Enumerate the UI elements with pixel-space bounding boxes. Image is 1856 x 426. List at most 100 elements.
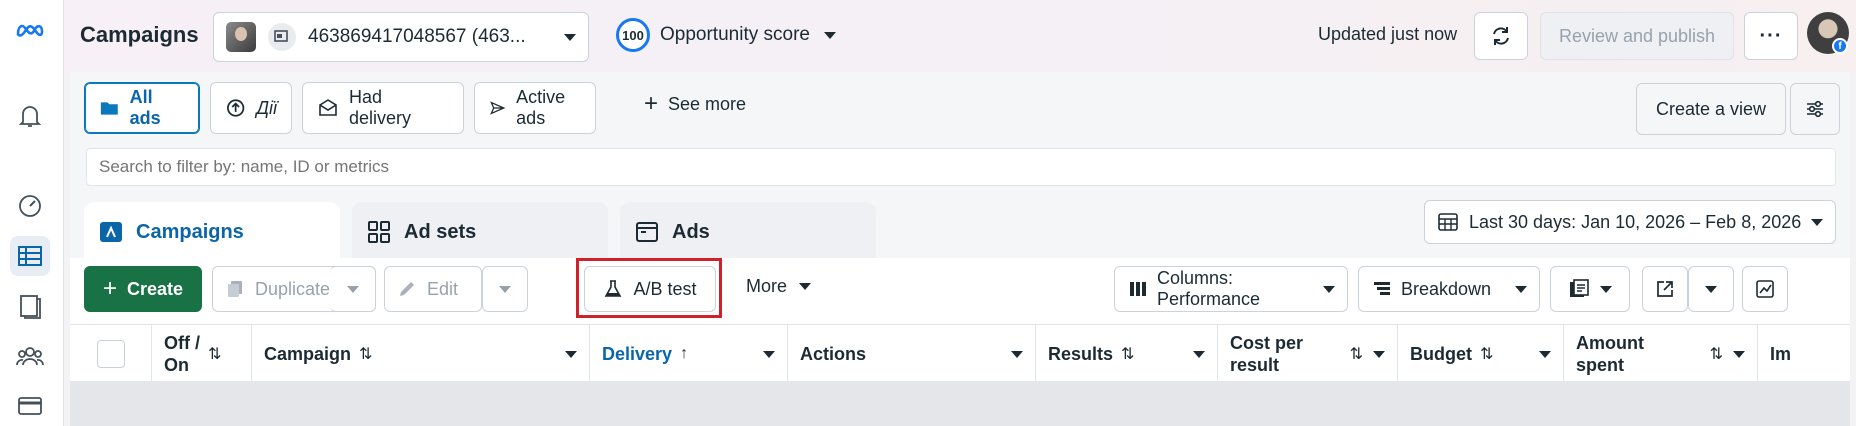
billing-card-icon[interactable] (10, 386, 50, 426)
chevron-down-icon (823, 31, 836, 39)
sort-icon: ⇅ (1121, 346, 1135, 363)
select-all-checkbox[interactable] (96, 340, 125, 368)
ad-window-icon (636, 222, 658, 242)
edit-button[interactable]: Edit (384, 266, 482, 312)
pages-icon[interactable] (10, 286, 50, 326)
export-dropdown[interactable] (1688, 266, 1734, 312)
sort-icon: ⇅ (1709, 346, 1723, 363)
view-settings-button[interactable] (1790, 83, 1840, 135)
refresh-button[interactable] (1474, 12, 1528, 60)
campaigns-table-icon[interactable] (10, 236, 50, 276)
chevron-down-icon[interactable] (1011, 351, 1023, 358)
plus-icon: + (644, 90, 659, 117)
chevron-down-icon (1323, 285, 1335, 293)
date-range-label: Last 30 days: Jan 10, 2026 – Feb 8, 2026 (1469, 211, 1802, 232)
opportunity-score-badge: 100 (616, 18, 650, 52)
chevron-down-icon[interactable] (1733, 351, 1745, 358)
campaign-toolbar: + Create Duplicate Edit A/B test More Co… (70, 258, 1850, 324)
charts-button[interactable] (1742, 266, 1788, 312)
column-label: Delivery (602, 343, 673, 364)
column-actions[interactable]: Actions (788, 325, 1036, 383)
account-avatar (226, 22, 256, 52)
calendar-table-icon (1438, 213, 1458, 231)
export-button[interactable] (1642, 266, 1688, 312)
table-body (70, 382, 1850, 426)
breakdown-button[interactable]: Breakdown (1358, 266, 1540, 312)
dashboard-gauge-icon[interactable] (10, 186, 50, 226)
tab-ad-sets[interactable]: Ad sets (352, 202, 608, 262)
view-active-ads[interactable]: Active ads (474, 82, 596, 134)
bell-icon[interactable] (10, 96, 50, 136)
facebook-badge-icon: f (1832, 38, 1848, 54)
column-impressions[interactable]: Im (1758, 325, 1850, 383)
column-label: spent (1576, 355, 1625, 375)
tab-campaigns[interactable]: Campaigns (84, 202, 340, 262)
chevron-down-icon[interactable] (763, 351, 775, 358)
tab-ads[interactable]: Ads (620, 202, 876, 262)
create-button[interactable]: + Create (84, 266, 202, 312)
chevron-down-icon (1705, 285, 1717, 293)
folder-icon (100, 222, 122, 242)
refresh-icon (1493, 27, 1509, 45)
tab-label: Campaigns (136, 220, 244, 243)
ab-test-button[interactable]: A/B test (584, 266, 716, 312)
chevron-down-icon[interactable] (1193, 351, 1205, 358)
column-amount-spent[interactable]: Amount spent ⇅ (1564, 325, 1758, 383)
date-range-picker[interactable]: Last 30 days: Jan 10, 2026 – Feb 8, 2026 (1424, 200, 1836, 244)
more-actions-button[interactable]: More (746, 276, 812, 297)
columns-label: Columns: Performance (1157, 268, 1261, 309)
sort-icon: ⇅ (1349, 346, 1363, 363)
duplicate-dropdown[interactable] (330, 266, 376, 312)
updated-status: Updated just now (1318, 24, 1458, 44)
see-more-views[interactable]: + See more (644, 92, 746, 116)
reports-button[interactable] (1550, 266, 1630, 312)
edit-dropdown[interactable] (482, 266, 528, 312)
column-label: Off / (164, 333, 200, 353)
meta-logo-icon[interactable] (10, 10, 50, 50)
column-label: Budget (1410, 343, 1472, 364)
search-input[interactable] (86, 148, 1836, 186)
main-content: All ads Дії Had delivery Active ads + Se… (70, 72, 1850, 426)
more-label: More (746, 276, 788, 296)
view-label: Had delivery (348, 87, 412, 128)
view-all-ads[interactable]: All ads (84, 82, 200, 134)
folder-icon (100, 102, 118, 115)
view-label: All ads (129, 87, 161, 128)
column-label: result (1230, 355, 1280, 375)
create-view-button[interactable]: Create a view (1636, 83, 1786, 135)
column-delivery[interactable]: Delivery ↑ (590, 325, 788, 383)
column-campaign[interactable]: Campaign ⇅ (252, 325, 590, 383)
more-options-button[interactable]: ··· (1744, 12, 1798, 60)
opportunity-score[interactable]: 100 Opportunity score (616, 18, 836, 52)
chevron-down-icon (564, 33, 576, 41)
tab-label: Ads (672, 220, 710, 243)
column-budget[interactable]: Budget ⇅ (1398, 325, 1564, 383)
column-results[interactable]: Results ⇅ (1036, 325, 1218, 383)
create-label: Create (126, 278, 184, 299)
column-label: On (164, 355, 189, 375)
view-label: Active ads (516, 87, 566, 128)
column-off-on[interactable]: Off / On ⇅ (152, 325, 252, 383)
chevron-down-icon (1515, 285, 1527, 293)
duplicate-icon (228, 281, 242, 297)
columns-button[interactable]: Columns: Performance (1114, 266, 1348, 312)
table-header: Off / On ⇅ Campaign ⇅ Delivery ↑ Actions… (70, 324, 1850, 383)
external-link-icon (1657, 281, 1673, 297)
view-had-delivery[interactable]: Had delivery (302, 82, 464, 134)
chevron-down-icon (346, 285, 359, 293)
sort-icon: ⇅ (208, 346, 222, 363)
select-all-column (70, 325, 152, 383)
account-label: 463869417048567 (463... (308, 26, 526, 47)
chevron-down-icon[interactable] (1373, 351, 1385, 358)
breakdown-icon (1374, 282, 1390, 295)
column-cost-per-result[interactable]: Cost per result ⇅ (1218, 325, 1398, 383)
chevron-down-icon[interactable] (1539, 351, 1551, 358)
chevron-down-icon[interactable] (565, 351, 577, 358)
review-and-publish-button[interactable]: Review and publish (1540, 12, 1734, 60)
grid-icon (368, 221, 390, 243)
chevron-down-icon (799, 283, 812, 290)
views-row: All ads Дії Had delivery Active ads + Se… (70, 72, 1850, 142)
view-dii[interactable]: Дії (210, 82, 292, 134)
ad-account-selector[interactable]: 463869417048567 (463... (213, 12, 589, 62)
audiences-icon[interactable] (10, 336, 50, 376)
